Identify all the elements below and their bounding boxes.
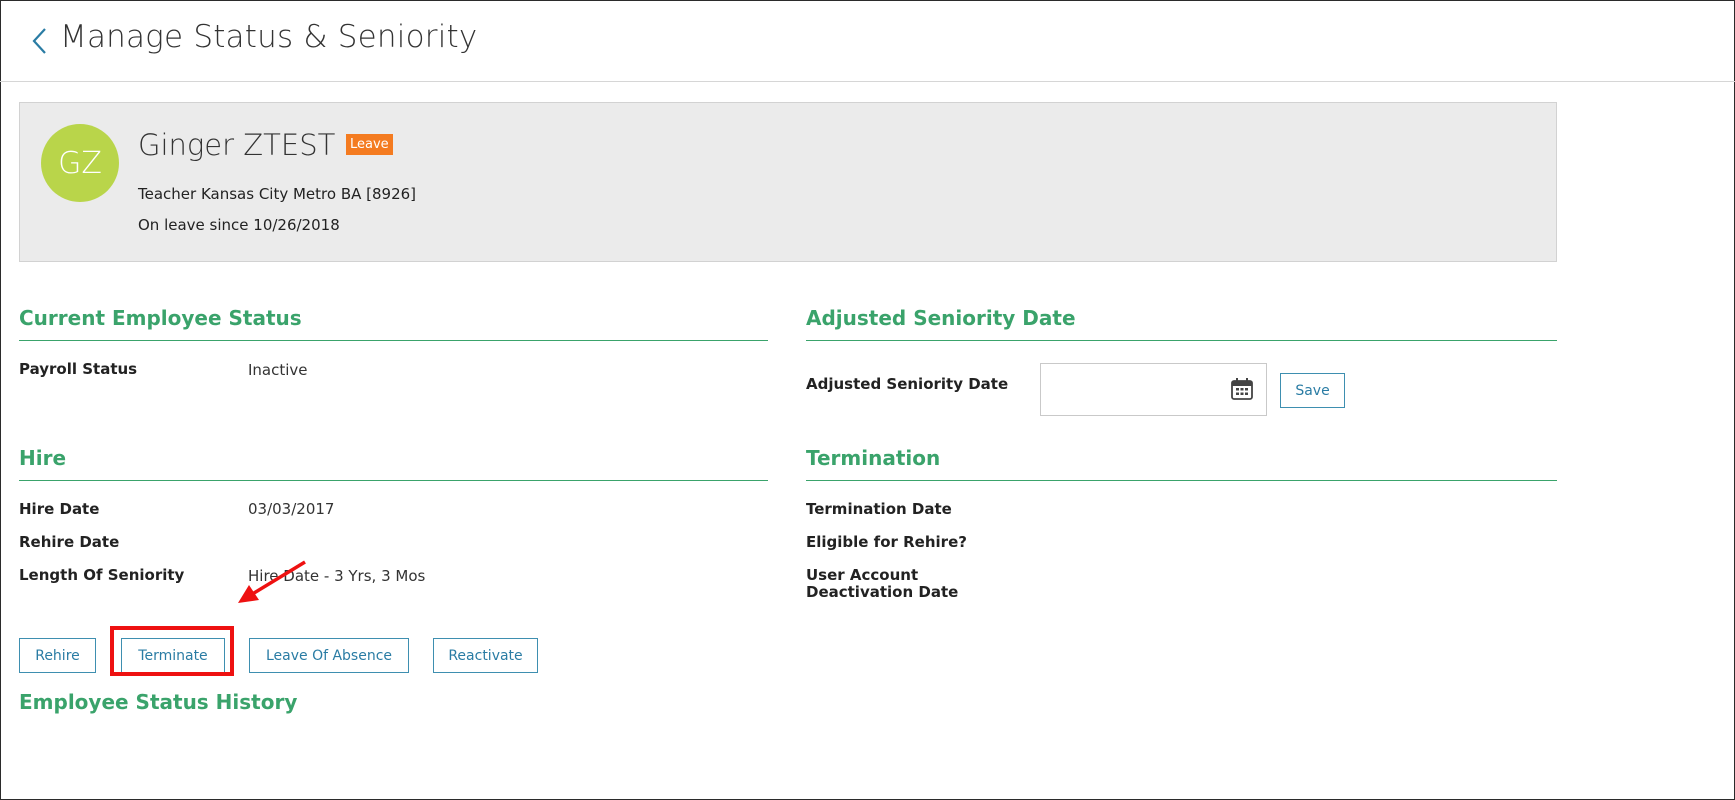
employee-leave-since: On leave since 10/26/2018 — [138, 216, 340, 234]
eligible-for-rehire-label: Eligible for Rehire? — [806, 533, 967, 551]
length-of-seniority-label: Length Of Seniority — [19, 566, 185, 584]
adjusted-seniority-label: Adjusted Seniority Date — [806, 375, 1009, 393]
hire-date-label: Hire Date — [19, 500, 100, 518]
current-status-title: Current Employee Status — [19, 306, 302, 330]
payroll-status-value: Inactive — [248, 361, 308, 379]
user-account-deactivation-label: User Account Deactivation Date — [806, 567, 958, 601]
current-status-divider — [19, 340, 768, 341]
save-button[interactable]: Save — [1280, 373, 1345, 408]
leave-of-absence-button[interactable]: Leave Of Absence — [249, 638, 409, 673]
hire-divider — [19, 480, 768, 481]
deactivation-label-line2: Deactivation Date — [806, 583, 959, 601]
adjusted-seniority-title: Adjusted Seniority Date — [806, 306, 1076, 330]
termination-divider — [806, 480, 1557, 481]
reactivate-button[interactable]: Reactivate — [433, 638, 538, 673]
avatar: GZ — [41, 124, 119, 202]
rehire-button[interactable]: Rehire — [19, 638, 96, 673]
employee-name: Ginger ZTEST — [138, 128, 336, 162]
page-header: Manage Status & Seniority — [0, 0, 1735, 82]
employee-job: Teacher Kansas City Metro BA [8926] — [138, 185, 417, 203]
status-history-title: Employee Status History — [19, 690, 298, 714]
deactivation-label-line1: User Account — [806, 566, 919, 584]
terminate-button[interactable]: Terminate — [121, 638, 225, 673]
adjusted-seniority-divider — [806, 340, 1557, 341]
calendar-icon[interactable] — [1230, 377, 1254, 401]
status-badge: Leave — [346, 134, 393, 155]
termination-date-label: Termination Date — [806, 500, 952, 518]
payroll-status-label: Payroll Status — [19, 360, 138, 378]
length-of-seniority-value: Hire Date - 3 Yrs, 3 Mos — [248, 567, 426, 585]
hire-date-value: 03/03/2017 — [248, 500, 335, 518]
page-title: Manage Status & Seniority — [60, 19, 478, 55]
chevron-left-icon[interactable] — [30, 26, 50, 56]
rehire-date-label: Rehire Date — [19, 533, 120, 551]
termination-title: Termination — [806, 446, 941, 470]
adjusted-seniority-date-input[interactable] — [1040, 363, 1267, 416]
employee-profile-card: GZ Ginger ZTEST Leave Teacher Kansas Cit… — [19, 102, 1557, 262]
hire-title: Hire — [19, 446, 67, 470]
